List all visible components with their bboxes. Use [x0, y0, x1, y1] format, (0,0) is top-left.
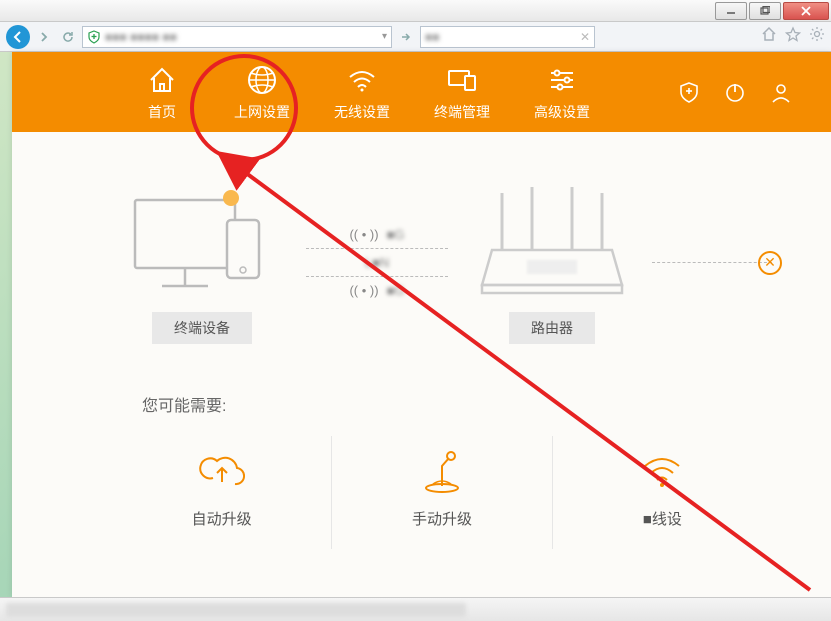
nav-label: 上网设置 — [212, 102, 312, 122]
need-wireless-settings[interactable]: ■线设 — [553, 436, 772, 549]
nav-label: 首页 — [112, 102, 212, 122]
conn-mid-label: L■N — [365, 255, 389, 270]
terminal-device-icon — [127, 190, 277, 300]
go-button[interactable] — [396, 27, 416, 47]
need-label: ■线设 — [553, 508, 772, 529]
search-bar[interactable]: ■■ ✕ — [420, 26, 595, 48]
search-text: ■■ — [425, 30, 440, 44]
need-title: 您可能需要: — [142, 392, 772, 416]
nav-advanced-settings[interactable]: 高级设置 — [512, 62, 612, 122]
home-icon — [761, 26, 777, 42]
network-topology: 终端设备 (( • )) ■G L■N (( • )) ■G — [112, 162, 772, 362]
refresh-icon — [61, 30, 75, 44]
nav-label: 终端管理 — [412, 102, 512, 122]
nav-right-icons — [678, 81, 831, 103]
browser-home-button[interactable] — [761, 26, 777, 47]
wifi-icon — [639, 448, 685, 494]
nav-label: 无线设置 — [312, 102, 412, 122]
nav-wireless-settings[interactable]: 无线设置 — [312, 62, 412, 122]
nav-internet-settings[interactable]: 上网设置 — [212, 62, 312, 122]
need-manual-upgrade[interactable]: 手动升级 — [332, 436, 552, 549]
main-nav: 首页 上网设置 无线设置 终端管理 高级设置 — [12, 52, 831, 132]
conn-bottom-label: ■G — [387, 283, 405, 298]
forward-button[interactable] — [34, 27, 54, 47]
go-arrow-icon — [400, 31, 412, 43]
router-icon — [472, 185, 632, 300]
connection-error-icon: ✕ — [758, 251, 782, 275]
shield-icon — [678, 81, 700, 103]
address-dropdown-icon[interactable]: ▾ — [382, 31, 387, 42]
power-icon — [724, 81, 746, 103]
status-text-blurred — [6, 603, 466, 617]
address-bar[interactable]: ■■■ ■■■■ ■■ ▾ — [82, 26, 392, 48]
star-icon — [785, 26, 801, 42]
window-minimize-button[interactable] — [715, 2, 747, 20]
signal-icon: (( • )) — [349, 227, 378, 242]
page-body: 终端设备 (( • )) ■G L■N (( • )) ■G — [12, 132, 831, 597]
terminal-device-label: 终端设备 — [152, 312, 252, 344]
user-icon — [770, 81, 792, 103]
wifi-icon — [346, 64, 378, 96]
toolbar-right — [761, 26, 825, 47]
nav-home[interactable]: 首页 — [112, 62, 212, 122]
need-label: 自动升级 — [112, 508, 331, 529]
refresh-button[interactable] — [58, 27, 78, 47]
back-button[interactable] — [6, 25, 30, 49]
need-row: 自动升级 手动升级 ■线设 — [112, 436, 772, 549]
page-content: 首页 上网设置 无线设置 终端管理 高级设置 — [12, 52, 831, 597]
lever-icon — [419, 448, 465, 494]
nav-security-button[interactable] — [678, 81, 700, 103]
signal-icon: (( • )) — [349, 283, 378, 298]
nav-label: 高级设置 — [512, 102, 612, 122]
window-titlebar — [0, 0, 831, 22]
globe-icon — [246, 64, 278, 96]
nav-device-management[interactable]: 终端管理 — [412, 62, 512, 122]
sliders-icon — [546, 64, 578, 96]
minimize-icon — [726, 6, 736, 16]
terminal-device-block: 终端设备 — [112, 180, 292, 344]
back-arrow-icon — [11, 30, 25, 44]
browser-favorite-button[interactable] — [785, 26, 801, 47]
connection-lines: (( • )) ■G L■N (( • )) ■G — [302, 221, 452, 304]
wan-connection: ✕ — [652, 262, 772, 263]
window-close-button[interactable] — [783, 2, 829, 20]
browser-settings-button[interactable] — [809, 26, 825, 47]
close-icon — [800, 5, 812, 17]
nav-user-button[interactable] — [770, 81, 792, 103]
home-icon — [147, 65, 177, 95]
conn-top-label: ■G — [387, 227, 405, 242]
devices-icon — [446, 64, 478, 96]
maximize-icon — [760, 6, 770, 16]
clear-search-icon[interactable]: ✕ — [580, 30, 590, 44]
address-text: ■■■ ■■■■ ■■ — [105, 30, 177, 44]
router-block: 路由器 — [462, 180, 642, 344]
cloud-upload-icon — [199, 448, 245, 494]
gear-icon — [809, 26, 825, 42]
browser-toolbar: ■■■ ■■■■ ■■ ▾ ■■ ✕ — [0, 22, 831, 52]
nav-power-button[interactable] — [724, 81, 746, 103]
shield-plus-icon — [87, 30, 101, 44]
router-label: 路由器 — [509, 312, 595, 344]
forward-arrow-icon — [38, 31, 50, 43]
need-auto-upgrade[interactable]: 自动升级 — [112, 436, 332, 549]
need-label: 手动升级 — [332, 508, 551, 529]
browser-status-bar — [0, 597, 831, 621]
window-maximize-button[interactable] — [749, 2, 781, 20]
